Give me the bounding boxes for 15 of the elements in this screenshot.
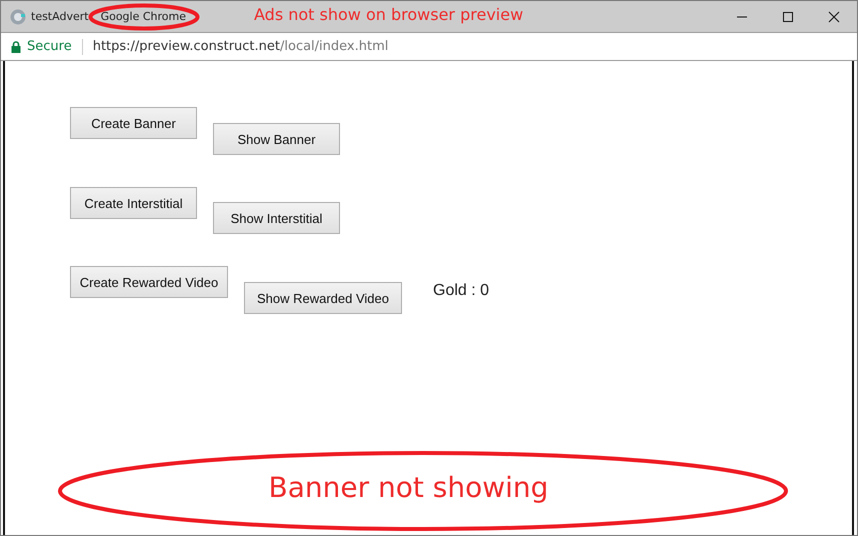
action-button[interactable]: Show Interstitial <box>213 202 340 234</box>
security-label: Secure <box>27 39 72 54</box>
action-button[interactable]: Show Rewarded Video <box>244 282 402 314</box>
browser-logo-icon <box>10 8 26 24</box>
annotation-text: Banner not showing <box>268 471 548 504</box>
window-title: testAdvert <box>31 10 89 23</box>
action-button[interactable]: Create Interstitial <box>70 187 197 219</box>
annotation-text: Ads not show on browser preview <box>254 5 524 24</box>
action-button[interactable]: Show Banner <box>213 123 340 155</box>
url-text[interactable]: https://preview.construct.net/local/index.html <box>92 39 388 54</box>
lock-icon <box>11 40 21 52</box>
score-counter: Gold : 0 <box>433 282 490 300</box>
action-button[interactable]: Create Rewarded Video <box>70 266 228 298</box>
browser-name: Google Chrome <box>100 10 186 23</box>
action-button[interactable]: Create Banner <box>70 107 197 139</box>
